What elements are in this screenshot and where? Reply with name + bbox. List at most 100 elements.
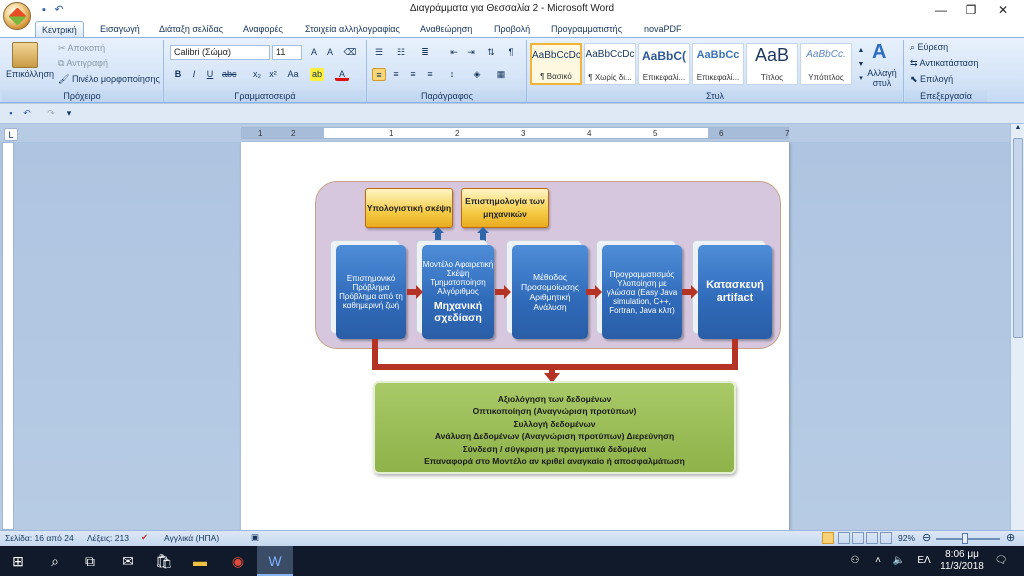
find-button[interactable]: ⌕ Εύρεση <box>910 42 948 53</box>
style-title[interactable]: AaB Τίτλος <box>746 43 798 85</box>
ruler-number: 2 <box>455 129 460 138</box>
style-heading-1[interactable]: AaBbC(Επικεφαλί... <box>638 43 690 85</box>
tab-mailings[interactable]: Στοιχεία αλληλογραφίας <box>299 21 406 38</box>
italic-icon[interactable]: I <box>187 68 201 81</box>
align-center-icon[interactable]: ≡ <box>389 68 403 81</box>
language-indicator[interactable]: Αγγλικά (ΗΠΑ) <box>164 533 219 543</box>
style-no-spacing[interactable]: AaBbCcDc ¶ Χωρίς δι... <box>584 43 636 85</box>
file-explorer-icon[interactable]: ▬ <box>182 546 218 576</box>
highlight-icon[interactable]: ab <box>310 68 324 81</box>
bullets-icon[interactable]: ☰ <box>372 46 386 59</box>
notifications-icon[interactable]: 🗨 <box>990 546 1012 576</box>
paste-icon[interactable] <box>12 42 38 68</box>
numbering-icon[interactable]: ☷ <box>394 46 408 59</box>
chrome-icon[interactable]: ◉ <box>220 546 256 576</box>
web-layout-icon[interactable] <box>852 532 864 544</box>
show-marks-icon[interactable]: ¶ <box>504 46 518 59</box>
tab-review[interactable]: Αναθεώρηση <box>414 21 478 38</box>
font-color-icon[interactable]: A <box>335 68 349 81</box>
tab-page-layout[interactable]: Διάταξη σελίδας <box>153 21 229 38</box>
subscript-icon[interactable]: x₂ <box>250 68 264 81</box>
cut-button[interactable]: ✂ Αποκοπή <box>58 43 105 54</box>
tab-references[interactable]: Αναφορές <box>237 21 289 38</box>
font-size-select[interactable]: 11 <box>272 45 302 60</box>
superscript-icon[interactable]: x² <box>266 68 280 81</box>
tab-insert[interactable]: Εισαγωγή <box>94 21 146 38</box>
evaluation-line: Ανάλυση Δεδομένων (Αναγνώριση προτύπων) … <box>434 431 675 442</box>
horizontal-ruler[interactable]: 1 2 1 2 3 4 5 6 7 <box>241 127 789 139</box>
show-hidden-icons-icon[interactable]: ˄ <box>870 546 886 576</box>
restore-button[interactable]: ❐ <box>956 0 986 20</box>
copy-button[interactable]: ⧉ Αντιγραφή <box>58 58 108 69</box>
borders-icon[interactable]: ▦ <box>494 68 508 81</box>
mail-icon[interactable]: ✉ <box>110 546 146 576</box>
word-count[interactable]: Λέξεις: 213 <box>87 533 129 543</box>
tab-developer[interactable]: Προγραμματιστής <box>545 21 628 38</box>
shrink-font-icon[interactable]: A <box>323 46 337 59</box>
scroll-up-icon[interactable]: ▲ <box>1013 124 1023 134</box>
style-normal[interactable]: AaBbCcDc ¶ Βασικό <box>530 43 582 85</box>
grow-font-icon[interactable]: A <box>307 46 321 59</box>
volume-icon[interactable]: 🔈 <box>890 546 908 576</box>
vertical-scrollbar[interactable]: ▲ <box>1010 124 1024 530</box>
zoom-slider[interactable] <box>936 538 1000 540</box>
change-styles-label[interactable]: Αλλαγή στυλ <box>864 68 900 88</box>
strikethrough-icon[interactable]: abc <box>222 68 237 81</box>
search-icon[interactable]: ⌕ <box>37 546 73 576</box>
justify-icon[interactable]: ≡ <box>423 68 437 81</box>
increase-indent-icon[interactable]: ⇥ <box>464 46 478 59</box>
format-painter-button[interactable]: 🖌 Πινέλο μορφοποίησης <box>58 74 160 85</box>
bold-icon[interactable]: B <box>171 68 185 81</box>
zoom-level[interactable]: 92% <box>898 533 915 543</box>
tab-home[interactable]: Κεντρική <box>35 21 84 38</box>
multilevel-list-icon[interactable]: ≣ <box>418 46 432 59</box>
align-left-icon[interactable]: ≡ <box>372 68 386 81</box>
paste-button-label[interactable]: Επικόλληση <box>6 69 54 79</box>
input-language[interactable]: ΕΛ <box>912 546 936 576</box>
undo-icon[interactable]: ↶ <box>20 107 34 120</box>
zoom-thumb[interactable] <box>962 533 968 544</box>
people-icon[interactable]: ⚇ <box>845 546 865 576</box>
redo-icon[interactable]: ↷ <box>44 107 58 120</box>
styles-scroll-up-icon[interactable]: ▲ <box>854 44 868 57</box>
align-right-icon[interactable]: ≡ <box>406 68 420 81</box>
store-icon[interactable]: 🛍 <box>146 546 182 576</box>
replace-button[interactable]: ⇆ Αντικατάσταση <box>910 58 978 69</box>
save-icon[interactable]: ▪ <box>4 107 18 120</box>
windows-start-icon[interactable]: ⊞ <box>0 546 36 576</box>
change-case-icon[interactable]: Aa <box>286 68 300 81</box>
proofing-icon[interactable]: ✔ <box>141 532 148 543</box>
vertical-ruler[interactable] <box>2 142 14 530</box>
line-spacing-icon[interactable]: ↕ <box>445 68 459 81</box>
shading-icon[interactable]: ◈ <box>470 68 484 81</box>
macro-record-icon[interactable]: ▣ <box>251 532 259 543</box>
change-styles-icon[interactable]: A <box>872 41 886 64</box>
style-subtitle[interactable]: AaBbCc. Υπότιτλος <box>800 43 852 85</box>
font-name-select[interactable]: Calibri (Σώμα) <box>170 45 270 60</box>
print-layout-icon[interactable] <box>822 532 834 544</box>
step-text: Επιστημονικό Πρόβλημα Πρόβλημα από τη κα… <box>339 274 403 310</box>
tab-novapdf[interactable]: novaPDF <box>638 21 688 38</box>
clear-format-icon[interactable]: ⌫ <box>343 46 357 59</box>
sort-icon[interactable]: ⇅ <box>484 46 498 59</box>
customize-toolbar-icon[interactable]: ▾ <box>62 107 76 120</box>
full-screen-icon[interactable] <box>838 532 850 544</box>
close-button[interactable]: ✕ <box>988 0 1018 20</box>
page-count[interactable]: Σελίδα: 16 από 24 <box>5 533 74 543</box>
decrease-indent-icon[interactable]: ⇤ <box>447 46 461 59</box>
office-button[interactable] <box>3 2 31 30</box>
zoom-out-icon[interactable]: ⊖ <box>922 531 931 544</box>
tab-selector-icon[interactable]: L <box>4 128 18 141</box>
outline-icon[interactable] <box>866 532 878 544</box>
word-taskbar-icon[interactable]: W <box>257 546 293 576</box>
select-button[interactable]: ⬉ Επιλογή <box>910 74 953 85</box>
draft-icon[interactable] <box>880 532 892 544</box>
tab-view[interactable]: Προβολή <box>488 21 536 38</box>
style-heading-2[interactable]: AaBbCc Επικεφαλί... <box>692 43 744 85</box>
scroll-thumb[interactable] <box>1013 138 1023 338</box>
task-view-icon[interactable]: ⧉ <box>72 546 108 576</box>
underline-icon[interactable]: U <box>203 68 217 81</box>
zoom-in-icon[interactable]: ⊕ <box>1006 531 1015 544</box>
minimize-button[interactable]: — <box>926 0 956 20</box>
clock[interactable]: 8:06 μμ 11/3/2018 <box>940 546 984 573</box>
